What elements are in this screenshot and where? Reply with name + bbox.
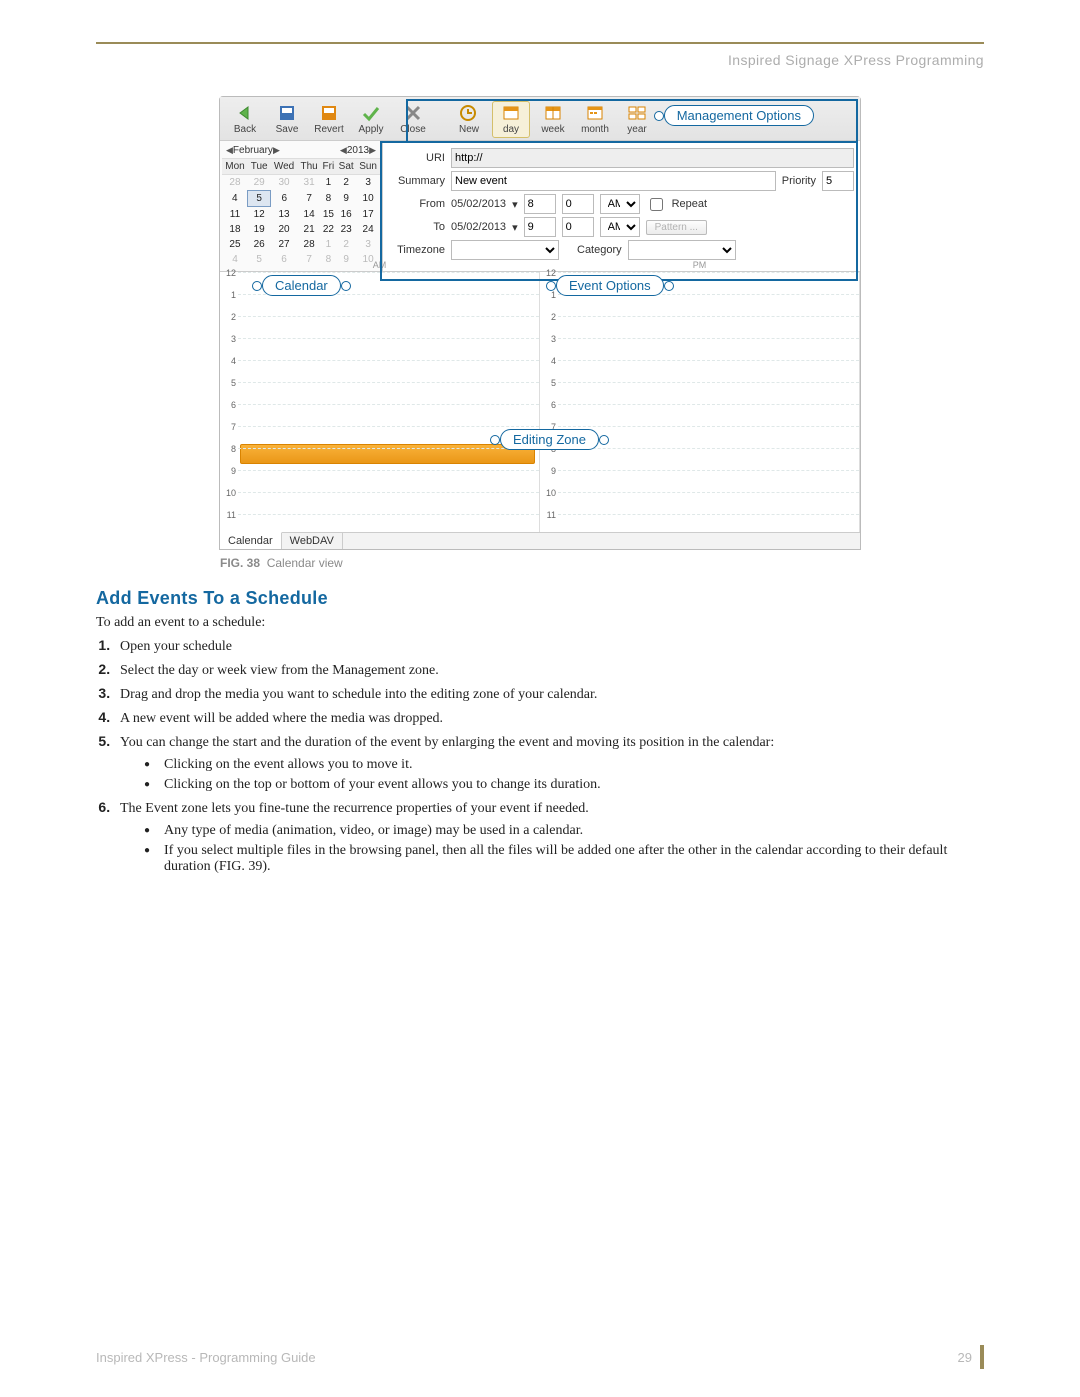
pm-column: PM 121234567891011 <box>540 272 860 532</box>
from-label: From <box>393 198 445 210</box>
priority-label: Priority <box>782 175 816 187</box>
intro-text: To add an event to a schedule: <box>96 615 984 631</box>
to-min-field[interactable] <box>562 217 594 237</box>
step-3: Drag and drop the media you want to sche… <box>114 685 984 703</box>
year-label: 2013 <box>347 145 369 156</box>
footer: Inspired XPress - Programming Guide 29 <box>96 1345 984 1369</box>
month-label: February <box>233 145 273 156</box>
pattern-button[interactable]: Pattern ... <box>646 220 707 235</box>
uri-label: URI <box>393 152 445 164</box>
priority-field[interactable] <box>822 171 854 191</box>
category-label: Category <box>577 244 622 256</box>
month-prev-icon[interactable]: ◀ <box>226 145 233 156</box>
revert-icon <box>319 104 339 122</box>
repeat-label: Repeat <box>672 198 707 210</box>
section-title: Add Events To a Schedule <box>96 588 984 609</box>
to-date[interactable]: 05/02/2013 <box>451 221 506 233</box>
steps-list: Open your schedule Select the day or wee… <box>96 637 984 875</box>
timezone-field[interactable] <box>451 240 559 260</box>
callout-calendar: Calendar <box>262 275 341 296</box>
year-button[interactable]: year <box>618 101 656 138</box>
panels: ◀ February ▶ ◀ 2013 ▶ MonTueWedThuFriSat… <box>220 141 860 271</box>
back-arrow-icon <box>235 104 255 122</box>
close-x-icon <box>403 104 423 122</box>
week-button[interactable]: week <box>534 101 572 138</box>
screenshot: Back Save Revert Apply <box>219 96 861 550</box>
sub-5a: Clicking on the event allows you to move… <box>144 757 984 773</box>
to-ampm-field[interactable]: AM <box>600 217 640 237</box>
step-1: Open your schedule <box>114 637 984 655</box>
dropdown-icon[interactable]: ▾ <box>512 198 518 211</box>
day-button[interactable]: day <box>492 101 530 138</box>
back-button[interactable]: Back <box>226 101 264 138</box>
page-number: 29 <box>958 1350 972 1365</box>
callout-event: Event Options <box>556 275 664 296</box>
running-header: Inspired Signage XPress Programming <box>96 52 984 68</box>
am-header: AM <box>373 260 387 270</box>
calendar-day-icon <box>501 104 521 122</box>
month-button[interactable]: month <box>576 101 614 138</box>
to-hour-field[interactable] <box>524 217 556 237</box>
sub-6b: If you select multiple files in the brow… <box>144 843 984 875</box>
check-icon <box>361 104 381 122</box>
sub-6a: Any type of media (animation, video, or … <box>144 823 984 839</box>
save-button[interactable]: Save <box>268 101 306 138</box>
from-date[interactable]: 05/02/2013 <box>451 198 506 210</box>
calendar-month-icon <box>585 104 605 122</box>
year-prev-icon[interactable]: ◀ <box>340 145 347 156</box>
uri-field[interactable] <box>451 148 854 168</box>
step-4: A new event will be added where the medi… <box>114 709 984 727</box>
corner-bar-icon <box>980 1345 984 1369</box>
step-2: Select the day or week view from the Man… <box>114 661 984 679</box>
calendar-year-icon <box>627 104 647 122</box>
back-label: Back <box>234 124 256 135</box>
save-icon <box>277 104 297 122</box>
new-button[interactable]: New <box>450 101 488 138</box>
figure-caption: FIG. 38 Calendar view <box>220 556 860 570</box>
category-field[interactable] <box>628 240 736 260</box>
dropdown-icon[interactable]: ▾ <box>512 221 518 234</box>
to-label: To <box>393 221 445 233</box>
from-hour-field[interactable] <box>524 194 556 214</box>
step-5-sublist: Clicking on the event allows you to move… <box>144 757 984 793</box>
top-rule <box>96 42 984 44</box>
timezone-label: Timezone <box>393 244 445 256</box>
calendar-pane: ◀ February ▶ ◀ 2013 ▶ MonTueWedThuFriSat… <box>220 141 383 271</box>
revert-button[interactable]: Revert <box>310 101 348 138</box>
step-5: You can change the start and the duratio… <box>114 733 984 793</box>
from-min-field[interactable] <box>562 194 594 214</box>
pm-header: PM <box>693 260 707 270</box>
sub-5b: Clicking on the top or bottom of your ev… <box>144 777 984 793</box>
step-6-sublist: Any type of media (animation, video, or … <box>144 823 984 875</box>
from-ampm-field[interactable]: AM <box>600 194 640 214</box>
am-column: AM 121234567891011 <box>220 272 540 532</box>
footer-guide: Inspired XPress - Programming Guide <box>96 1350 316 1365</box>
apply-button[interactable]: Apply <box>352 101 390 138</box>
event-form: URI Summary Priority From 05/02/2013 ▾ A… <box>383 141 860 271</box>
year-next-icon[interactable]: ▶ <box>369 145 376 156</box>
summary-label: Summary <box>393 175 445 187</box>
summary-field[interactable] <box>451 171 776 191</box>
step-6: The Event zone lets you fine-tune the re… <box>114 799 984 875</box>
calendar-grid[interactable]: MonTueWedThuFriSatSun 282930311234567891… <box>222 158 380 267</box>
repeat-checkbox[interactable] <box>650 198 663 211</box>
calendar-week-icon <box>543 104 563 122</box>
clock-plus-icon <box>459 104 479 122</box>
timeline[interactable]: AM 121234567891011 PM 121234567891011 <box>220 271 860 532</box>
close-button[interactable]: Close <box>394 101 432 138</box>
callout-management: Management Options <box>664 105 814 126</box>
callout-editing: Editing Zone <box>500 429 599 450</box>
month-next-icon[interactable]: ▶ <box>273 145 280 156</box>
